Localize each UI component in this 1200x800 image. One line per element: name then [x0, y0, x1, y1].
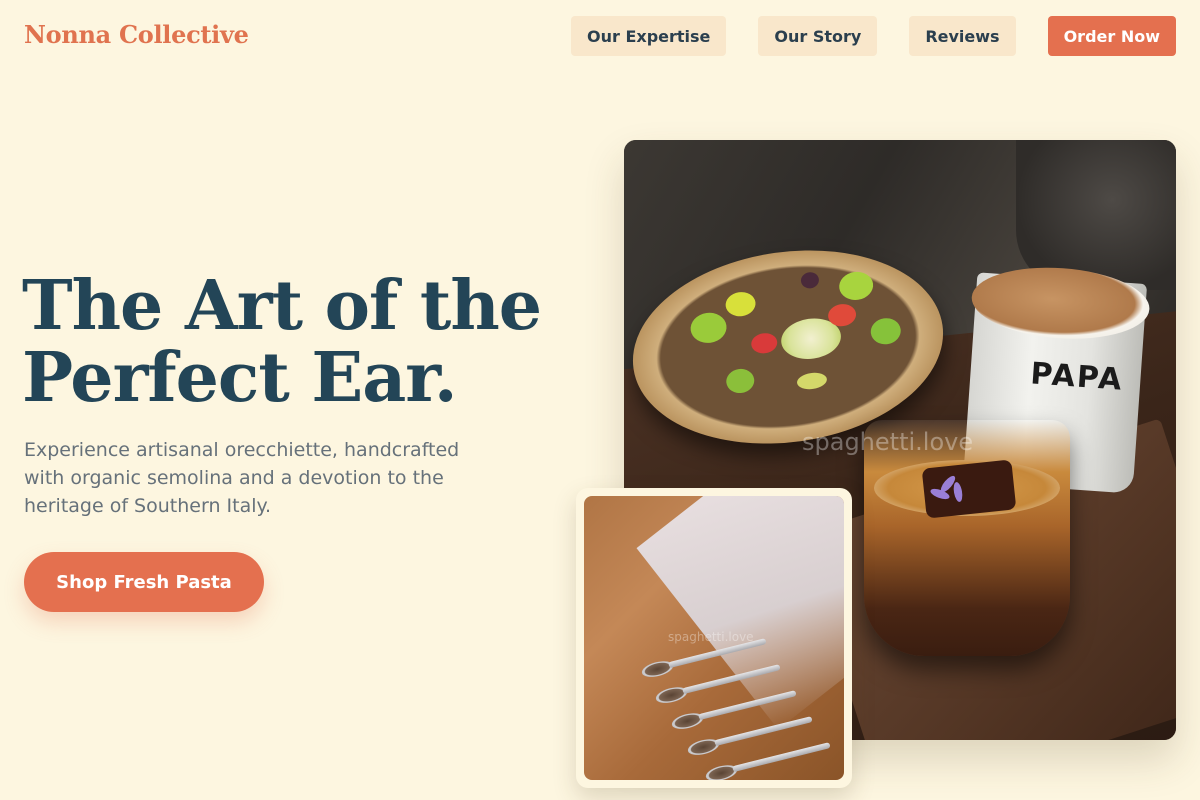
inset-watermark: spaghetti.love	[668, 630, 754, 644]
strawberry	[749, 331, 779, 355]
landing-page: Nonna Collective Our Expertise Our Story…	[0, 0, 1200, 800]
inset-image-frame: spaghetti.love	[576, 488, 852, 788]
hero-title: The Art of the Perfect Ear.	[22, 270, 542, 414]
image-watermark: spaghetti.love	[802, 428, 974, 456]
cup-brand-text: PAPA	[1029, 356, 1125, 398]
shop-fresh-pasta-button[interactable]: Shop Fresh Pasta	[24, 552, 264, 612]
starfruit-slice	[724, 290, 758, 319]
order-now-button[interactable]: Order Now	[1047, 16, 1176, 56]
spoon-handle	[714, 716, 813, 747]
grape	[869, 316, 903, 347]
spoons-image: spaghetti.love	[584, 496, 844, 780]
nav-reviews[interactable]: Reviews	[909, 16, 1016, 56]
hero-title-line-1: The Art of the	[22, 266, 542, 346]
main-nav: Our Expertise Our Story Reviews Order No…	[570, 16, 1176, 56]
starfruit-slice	[795, 370, 828, 392]
hero-description: Experience artisanal orecchiette, handcr…	[24, 439, 460, 517]
kiwi-slice	[688, 310, 729, 346]
brand-logo[interactable]: Nonna Collective	[24, 20, 249, 49]
blueberry	[799, 271, 820, 290]
nav-our-expertise[interactable]: Our Expertise	[570, 16, 727, 56]
nav-our-story[interactable]: Our Story	[758, 16, 878, 56]
grape	[724, 367, 756, 395]
hero-title-line-2: Perfect Ear.	[22, 338, 458, 418]
kiwi-slice	[837, 269, 875, 303]
spoon-handle	[732, 742, 831, 773]
